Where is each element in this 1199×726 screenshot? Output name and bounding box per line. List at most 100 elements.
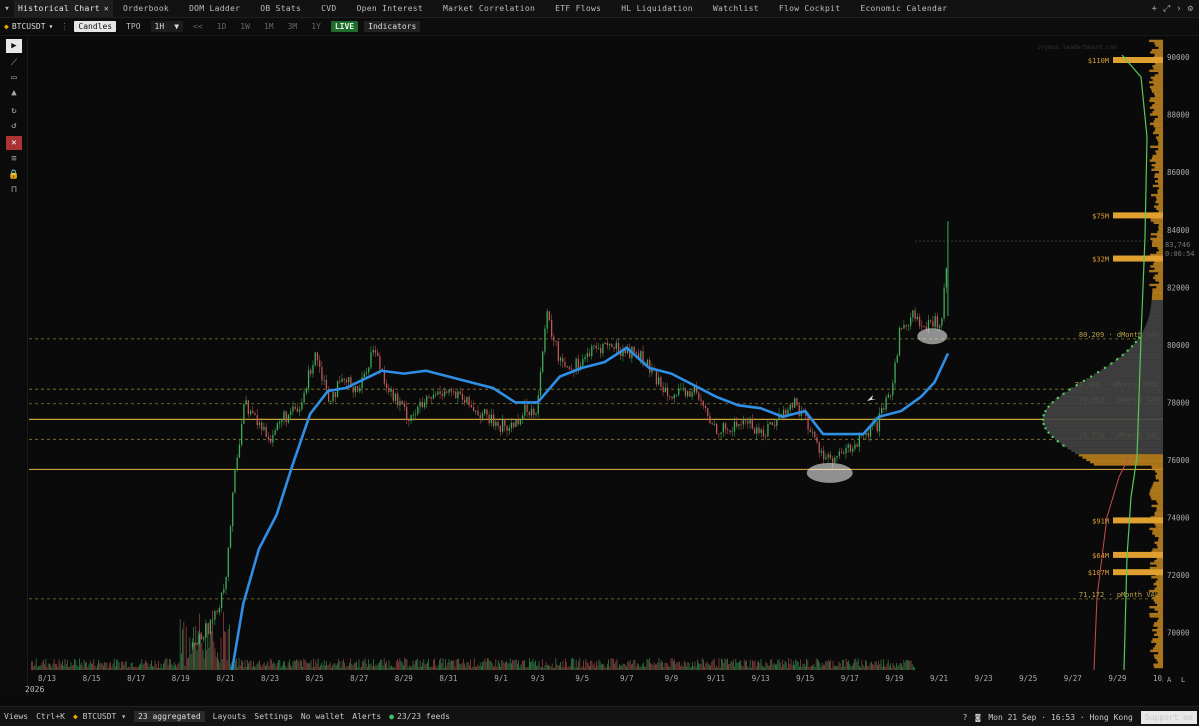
wallet-button[interactable]: No wallet (301, 712, 344, 721)
range-1y[interactable]: 1Y (307, 21, 325, 32)
range-3m[interactable]: 3M (284, 21, 302, 32)
volume-profile-bar (1154, 117, 1163, 121)
volume-bar (271, 659, 272, 670)
camera-icon[interactable]: ◙ (976, 713, 981, 722)
tab-market-correlation[interactable]: Market Correlation (433, 0, 545, 18)
volume-profile-bar (1149, 81, 1163, 84)
volume-node-bar (1113, 212, 1163, 219)
volume-bar (658, 658, 660, 670)
command-shortcut[interactable]: Ctrl+K (36, 712, 65, 721)
volume-bar (571, 658, 572, 670)
support-button[interactable]: Support me (1140, 710, 1197, 724)
tab-cvd[interactable]: CVD (311, 0, 346, 18)
range-1w[interactable]: 1W (236, 21, 254, 32)
candles-button[interactable]: Candles (74, 21, 117, 32)
help-icon[interactable]: ? (963, 713, 968, 722)
candle (816, 437, 818, 443)
volume-bar (349, 662, 350, 670)
volume-bar (611, 658, 613, 670)
candle (889, 394, 892, 396)
delete-drawings-icon[interactable]: ✕ (6, 136, 22, 150)
profile-edge-dot (1121, 353, 1124, 357)
volume-bar (207, 633, 209, 670)
interval-select[interactable]: 1H ▼ (150, 21, 184, 32)
layouts-button[interactable]: Layouts (213, 712, 247, 721)
tab-watchlist[interactable]: Watchlist (703, 0, 769, 18)
pin-icon[interactable]: ⋮ (60, 22, 68, 31)
datetime-display: Mon 21 Sep · 16:53 · Hong Kong (988, 712, 1133, 722)
tab-flow-cockpit[interactable]: Flow Cockpit (769, 0, 850, 18)
volume-bar (490, 661, 492, 670)
volume-bar (773, 663, 775, 670)
tab-economic-calendar[interactable]: Economic Calendar (850, 0, 957, 18)
volume-profile-bar (1151, 88, 1163, 91)
volume-profile-bar (1154, 42, 1163, 45)
rectangle-icon[interactable]: ▭ (6, 71, 22, 85)
indicators-button[interactable]: Indicators (364, 21, 421, 32)
menu-icon[interactable]: ▾ (0, 0, 14, 18)
volume-profile-bar (1149, 85, 1163, 89)
candle (348, 377, 350, 383)
volume-profile-bar (1138, 336, 1163, 340)
tab-historical-chart[interactable]: Historical Chart ✕ (14, 0, 113, 18)
volume-bar (213, 641, 215, 670)
close-icon[interactable]: ✕ (104, 4, 109, 13)
candle (776, 419, 778, 426)
volume-bar (806, 658, 807, 670)
symbol-selector[interactable]: ◆ BTCUSDT ▾ ⋮ (4, 22, 68, 31)
settings-button[interactable]: Settings (254, 712, 293, 721)
volume-bar (195, 626, 197, 670)
volume-bar (62, 660, 63, 670)
candle (716, 423, 718, 434)
arrow-marker-icon[interactable]: ▲ (6, 86, 22, 100)
volume-bar (766, 663, 768, 670)
add-icon[interactable]: + (1152, 4, 1157, 14)
volume-profile-bar (1052, 435, 1163, 439)
tab-orderbook[interactable]: Orderbook (113, 0, 179, 18)
tab-open-interest[interactable]: Open Interest (347, 0, 434, 18)
back-button[interactable]: << (189, 21, 207, 32)
price-chart[interactable]: orymus.leaderboard.com80,209 · dMonth VA… (29, 37, 1163, 670)
undo-icon[interactable]: ↺ (6, 119, 22, 133)
volume-bar (758, 660, 759, 670)
cursor-icon[interactable]: ▶ (6, 39, 22, 53)
candle (325, 380, 328, 390)
current-price-label: 83,746 (1165, 241, 1190, 249)
magnet-icon[interactable]: ⊓ (6, 183, 22, 197)
layers-icon[interactable]: ≡ (6, 152, 22, 166)
expand-icon[interactable]: ⤢ (1163, 4, 1170, 14)
time-axis[interactable]: 8/13 8/15 8/17 8/19 8/21 8/23 8/25 8/27 8/29 8/31… (29, 670, 1163, 690)
tab-ob-stats[interactable]: OB Stats (250, 0, 311, 18)
profile-edge-dot (1044, 427, 1047, 430)
gear-icon[interactable]: ⚙ (1188, 4, 1193, 14)
lock-icon[interactable]: 🔒 (6, 168, 22, 182)
volume-profile-bar (1046, 428, 1163, 432)
alerts-button[interactable]: Alerts (352, 712, 381, 721)
aggregated-badge[interactable]: 23 aggregated (134, 711, 205, 722)
tab-hl-liquidation[interactable]: HL Liquidation (611, 0, 703, 18)
x-tick-label: 8/15 (83, 674, 101, 683)
volume-profile-bar (1156, 642, 1163, 646)
volume-bar (304, 659, 306, 670)
candle (738, 424, 740, 427)
price-axis[interactable]: 90000 88000 86000 84000 82000 80000 78000 76000… (1163, 37, 1199, 697)
volume-bar (439, 659, 440, 670)
more-icon[interactable]: › (1176, 4, 1181, 14)
volume-bar (501, 660, 503, 670)
candle (464, 399, 466, 403)
tpo-button[interactable]: TPO (122, 21, 144, 32)
bitcoin-icon: ◆ (4, 22, 9, 31)
volume-bar (452, 660, 453, 670)
live-button[interactable]: LIVE (330, 21, 359, 32)
range-1d[interactable]: 1D (213, 21, 231, 32)
status-symbol[interactable]: ◆ BTCUSDT ▾ (73, 712, 126, 721)
range-1m[interactable]: 1M (260, 21, 278, 32)
tab-etf-flows[interactable]: ETF Flows (545, 0, 611, 18)
candle (305, 388, 307, 393)
volume-bar (671, 658, 673, 670)
trendline-icon[interactable]: ⟋ (6, 56, 22, 70)
candle (635, 351, 638, 354)
redo-icon[interactable]: ↻ (6, 104, 22, 118)
views-button[interactable]: Views (4, 712, 28, 721)
tab-dom-ladder[interactable]: DOM Ladder (179, 0, 250, 18)
